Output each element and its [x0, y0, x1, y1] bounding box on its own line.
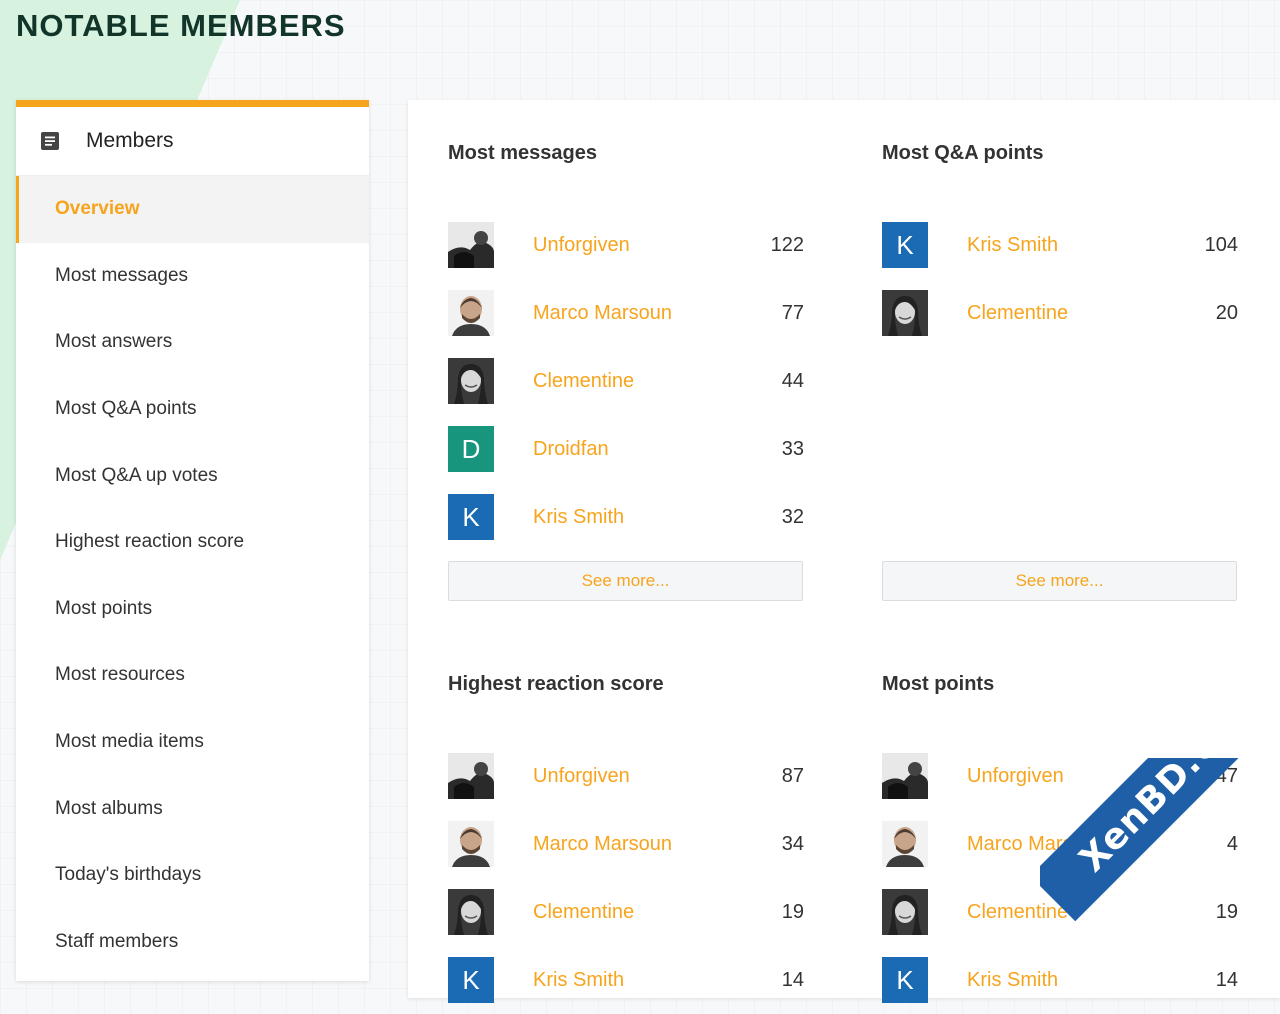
sidebar-title: Members	[86, 129, 174, 152]
sidebar-nav: Overview Most messages Most answers Most Q&…	[16, 176, 369, 975]
member-count: 47	[1215, 764, 1238, 787]
member-name-link[interactable]: Clementine	[533, 901, 744, 924]
avatar[interactable]	[448, 358, 494, 404]
sidebar-item-most-points[interactable]: Most points	[16, 576, 369, 643]
see-more-button[interactable]: See more...	[882, 561, 1237, 601]
avatar-letter[interactable]: K	[882, 222, 928, 268]
member-list: Unforgiven 122 Marco Marsoun 77 Clementine 44…	[448, 211, 804, 551]
block-title: Most points	[882, 673, 995, 695]
avatar[interactable]	[882, 290, 928, 336]
member-row: Unforgiven 87	[448, 742, 804, 810]
sidebar-item-overview[interactable]: Overview	[16, 176, 369, 243]
member-name-link[interactable]: Unforgiven	[967, 765, 1178, 788]
avatar-letter[interactable]: K	[448, 494, 494, 540]
member-list: K Kris Smith 104 Clementine 20	[882, 211, 1238, 551]
member-row: Unforgiven 122	[448, 211, 804, 279]
member-row: K Kris Smith 104	[882, 211, 1238, 279]
member-row: Clementine 19	[448, 878, 804, 946]
sidebar-item-most-media-items[interactable]: Most media items	[16, 709, 369, 776]
member-name-link[interactable]: Droidfan	[533, 438, 744, 461]
sidebar: Members Overview Most messages Most answer…	[16, 100, 369, 981]
member-count: 20	[1215, 301, 1238, 324]
document-icon	[41, 132, 59, 150]
member-count: 14	[1215, 968, 1238, 991]
block-title: Highest reaction score	[448, 673, 664, 695]
member-name-link[interactable]: Unforgiven	[533, 765, 744, 788]
member-name-link[interactable]: Kris Smith	[533, 969, 744, 992]
member-count: 104	[1204, 233, 1238, 256]
sidebar-item-highest-reaction-score[interactable]: Highest reaction score	[16, 509, 369, 576]
member-name-link[interactable]: Clementine	[533, 370, 744, 393]
member-count: 32	[781, 505, 804, 528]
sidebar-item-most-answers[interactable]: Most answers	[16, 309, 369, 376]
sidebar-item-today-s-birthdays[interactable]: Today's birthdays	[16, 842, 369, 909]
avatar-letter[interactable]: K	[882, 957, 928, 1003]
member-row: K Kris Smith 14	[448, 946, 804, 1014]
sidebar-item-most-q-a-points[interactable]: Most Q&A points	[16, 376, 369, 443]
sidebar-item-staff-members[interactable]: Staff members	[16, 909, 369, 976]
avatar[interactable]	[882, 821, 928, 867]
avatar[interactable]	[448, 753, 494, 799]
sidebar-item-most-messages[interactable]: Most messages	[16, 243, 369, 310]
member-row: Marco Marsoun 34	[448, 810, 804, 878]
member-row: Clementine 44	[448, 347, 804, 415]
see-more-button[interactable]: See more...	[448, 561, 803, 601]
member-name-link[interactable]: Marco Marsoun	[533, 833, 744, 856]
member-list: Unforgiven 47 Marco Marsoun 4 Clementine 19 K K…	[882, 742, 1238, 1014]
main-content: Most messages Unforgiven 122 Marco Marsoun…	[408, 100, 1280, 1003]
member-name-link[interactable]: Unforgiven	[533, 234, 744, 257]
sidebar-item-most-albums[interactable]: Most albums	[16, 775, 369, 842]
member-row: Clementine 19	[882, 878, 1238, 946]
member-row: Marco Marsoun 4	[882, 810, 1238, 878]
member-count: 87	[781, 764, 804, 787]
member-count: 19	[781, 900, 804, 923]
avatar-letter[interactable]: D	[448, 426, 494, 472]
member-count: 34	[781, 832, 804, 855]
block-most-messages: Most messages Unforgiven 122 Marco Marsoun…	[448, 100, 804, 601]
member-count: 122	[770, 233, 804, 256]
member-name-link[interactable]: Kris Smith	[967, 969, 1178, 992]
member-row: Unforgiven 47	[882, 742, 1238, 810]
member-count: 33	[781, 437, 804, 460]
member-count: 4	[1226, 832, 1238, 855]
member-list: Unforgiven 87 Marco Marsoun 34 Clementine 19 K…	[448, 742, 804, 1014]
member-name-link[interactable]: Clementine	[967, 302, 1178, 325]
avatar[interactable]	[882, 753, 928, 799]
page-title: NOTABLE MEMBERS	[16, 8, 346, 43]
member-row: D Droidfan 33	[448, 415, 804, 483]
member-name-link[interactable]: Kris Smith	[533, 506, 744, 529]
member-row: K Kris Smith 32	[448, 483, 804, 551]
avatar[interactable]	[448, 889, 494, 935]
avatar[interactable]	[448, 222, 494, 268]
block-most-points: Most points Unforgiven 47 Marco Marsoun 4 Cl…	[882, 631, 1238, 1014]
member-name-link[interactable]: Marco Marsoun	[533, 302, 744, 325]
member-name-link[interactable]: Kris Smith	[967, 234, 1178, 257]
member-count: 77	[781, 301, 804, 324]
member-name-link[interactable]: Marco Marsoun	[967, 833, 1178, 856]
member-name-link[interactable]: Clementine	[967, 901, 1178, 924]
member-count: 14	[781, 968, 804, 991]
sidebar-item-most-q-a-up-votes[interactable]: Most Q&A up votes	[16, 442, 369, 509]
sidebar-item-most-resources[interactable]: Most resources	[16, 642, 369, 709]
member-row: K Kris Smith 14	[882, 946, 1238, 1014]
avatar[interactable]	[448, 290, 494, 336]
avatar[interactable]	[882, 889, 928, 935]
member-count: 19	[1215, 900, 1238, 923]
block-title: Most Q&A points	[882, 142, 1044, 164]
block-most-qa-points: Most Q&A points K Kris Smith 104 Clementine…	[882, 100, 1238, 601]
block-title: Most messages	[448, 142, 597, 164]
member-row: Marco Marsoun 77	[448, 279, 804, 347]
avatar[interactable]	[448, 821, 494, 867]
sidebar-header: Members	[16, 107, 369, 176]
member-row: Clementine 20	[882, 279, 1238, 347]
block-highest-reaction-score: Highest reaction score Unforgiven 87 Marco…	[448, 631, 804, 1014]
avatar-letter[interactable]: K	[448, 957, 494, 1003]
member-count: 44	[781, 369, 804, 392]
